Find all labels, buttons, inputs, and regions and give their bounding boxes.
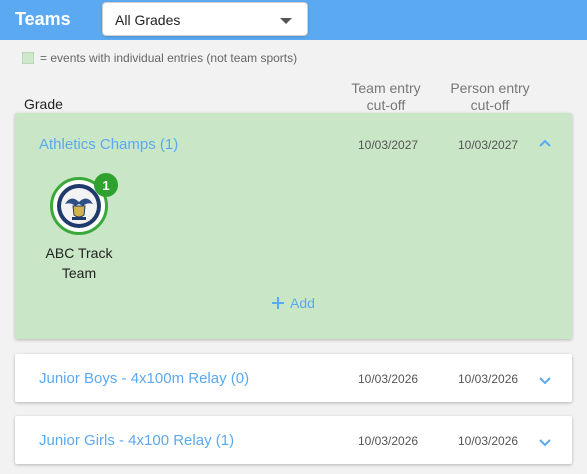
person-cutoff-date: 10/03/2026 <box>458 434 519 448</box>
team-label: ABC Track Team <box>45 245 113 281</box>
individual-events-swatch <box>22 52 34 64</box>
entry-count-badge: 1 <box>94 173 118 197</box>
team-cutoff-date: 10/03/2026 <box>358 434 419 448</box>
person-cutoff-date: 10/03/2027 <box>458 138 519 152</box>
dropdown-caret-icon <box>280 18 292 24</box>
team-card[interactable]: 1 ABC Track Team <box>40 173 118 283</box>
top-bar: Teams All Grades <box>0 0 587 40</box>
grade-select-value: All Grades <box>115 12 181 28</box>
legend: = events with individual entries (not te… <box>22 51 297 65</box>
add-team-button[interactable]: Add <box>272 295 315 311</box>
chevron-down-icon[interactable] <box>538 374 552 388</box>
event-name[interactable]: Junior Boys - 4x100m Relay (0) <box>39 370 249 387</box>
event-panel-junior-girls-relay[interactable]: Junior Girls - 4x100 Relay (1) 10/03/202… <box>15 416 572 464</box>
column-header-team-cutoff: Team entry cut-off <box>351 80 421 113</box>
team-avatar-wrap: 1 <box>50 173 118 235</box>
team-cutoff-date: 10/03/2026 <box>358 372 419 386</box>
grade-select[interactable]: All Grades <box>102 2 308 36</box>
person-cutoff-date: 10/03/2026 <box>458 372 519 386</box>
event-name[interactable]: Athletics Champs (1) <box>39 136 178 153</box>
column-header-grade: Grade <box>24 96 63 112</box>
chevron-down-icon[interactable] <box>538 436 552 450</box>
legend-text: = events with individual entries (not te… <box>40 51 298 65</box>
chevron-up-icon[interactable] <box>538 136 552 150</box>
add-label: Add <box>290 295 315 311</box>
event-panel-junior-boys-relay[interactable]: Junior Boys - 4x100m Relay (0) 10/03/202… <box>15 354 572 402</box>
page-title: Teams <box>15 9 71 29</box>
event-name[interactable]: Junior Girls - 4x100 Relay (1) <box>39 432 234 449</box>
column-header-person-cutoff: Person entry cut-off <box>450 80 530 113</box>
team-cutoff-date: 10/03/2027 <box>358 138 419 152</box>
event-panel-athletics-champs: Athletics Champs (1) 10/03/2027 10/03/20… <box>15 113 572 339</box>
plus-icon <box>272 297 284 309</box>
